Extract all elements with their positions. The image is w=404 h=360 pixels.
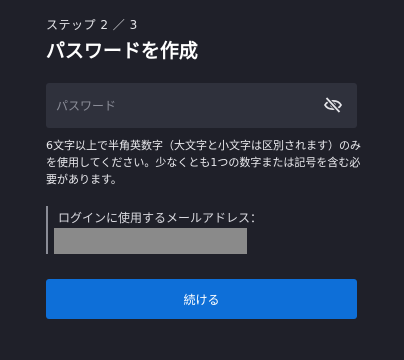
step-indicator: ステップ 2 ／ 3 [46, 18, 138, 32]
continue-button[interactable]: 続ける [46, 279, 357, 319]
login-email-block: ログインに使用するメールアドレス： [46, 206, 296, 254]
password-field [46, 83, 357, 128]
create-password-page: ステップ 2 ／ 3 パスワードを作成 6文字以上で半角英数字（大文字と小文字は… [0, 0, 404, 360]
email-redacted-value [54, 228, 247, 254]
email-label: ログインに使用するメールアドレス： [58, 211, 263, 225]
page-title: パスワードを作成 [46, 40, 199, 62]
password-input[interactable] [46, 83, 316, 128]
eye-slash-icon[interactable] [323, 96, 343, 114]
password-requirements-hint: 6文字以上で半角英数字（大文字と小文字は区別されます）のみを使用してください。少… [46, 139, 361, 186]
